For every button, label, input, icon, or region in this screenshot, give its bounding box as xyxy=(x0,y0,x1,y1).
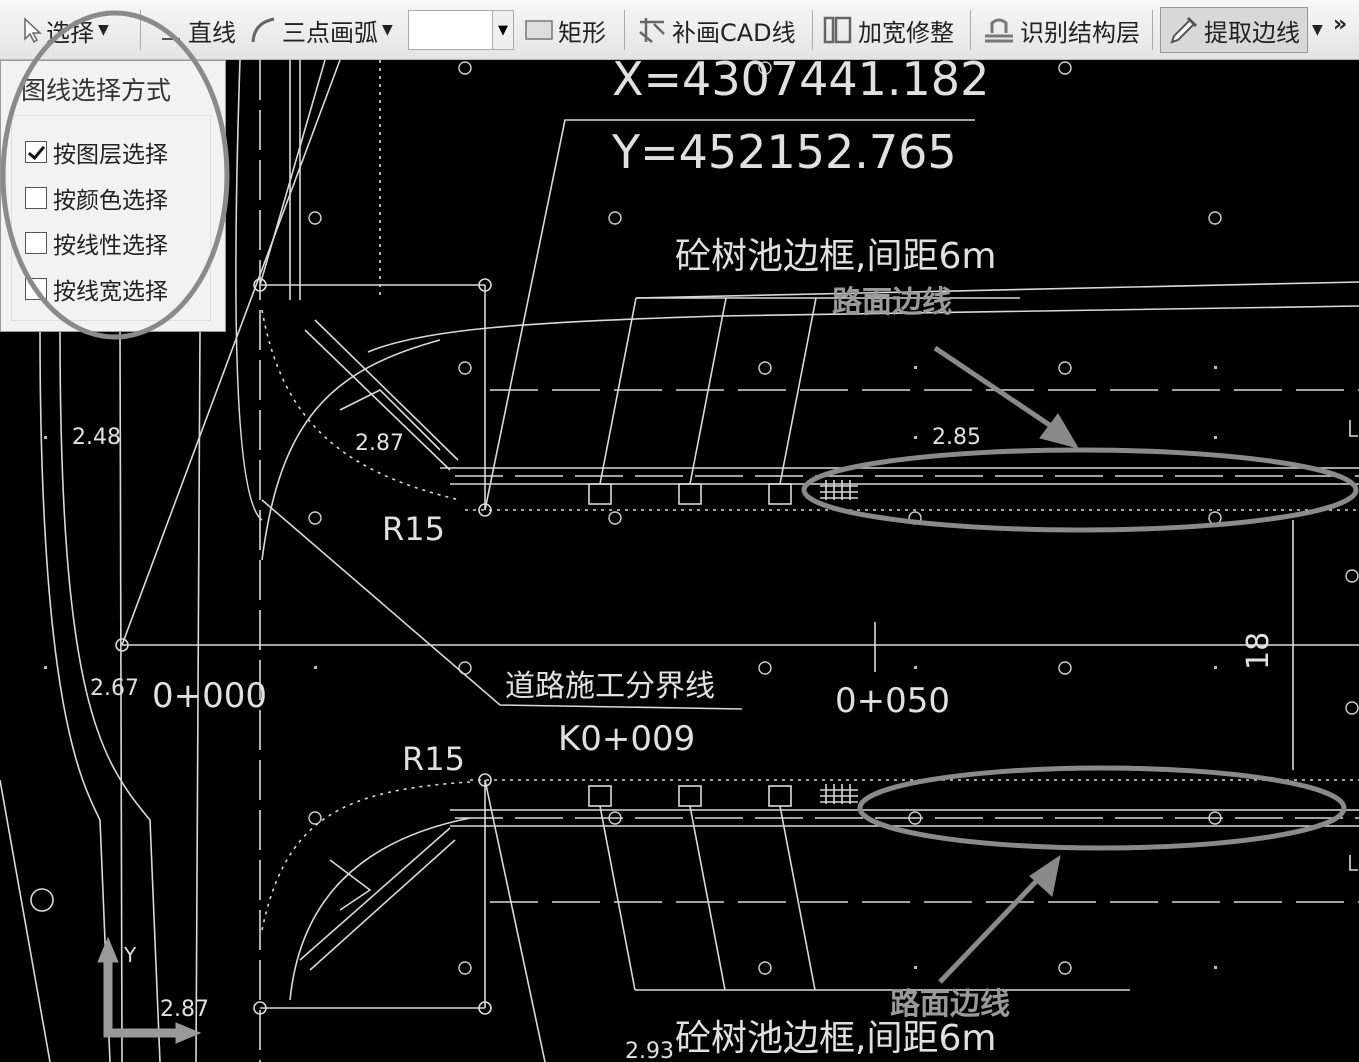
option-by-color[interactable]: 按颜色选择 xyxy=(25,181,168,215)
three-point-arc-button[interactable]: 三点画弧 ▼ xyxy=(248,8,393,52)
pipette-icon xyxy=(1168,14,1200,46)
radius-label: R15 xyxy=(382,510,445,548)
left-road-line-h xyxy=(0,779,51,1062)
elevation-label: 2.48 xyxy=(72,425,121,450)
station-label: 0+050 xyxy=(835,681,950,721)
cad-line-icon xyxy=(636,14,668,46)
toolbar-divider xyxy=(140,10,141,50)
hatch-mark-lower xyxy=(820,784,858,804)
toolbar: 选择 ▼ 直线 三点画弧 ▼ ▼ 矩形 补画CAD线 加宽修整 识别结构层 提取… xyxy=(0,0,1359,60)
cursor-arrow-icon xyxy=(22,17,42,43)
lower-curb-arc xyxy=(289,817,471,1001)
line-style-combo[interactable]: ▼ xyxy=(408,10,514,50)
widen-icon xyxy=(822,14,854,46)
tree-pit-box xyxy=(588,483,612,505)
option-label: 按颜色选择 xyxy=(53,188,168,214)
combo-chevron-down-icon[interactable]: ▼ xyxy=(492,11,513,49)
diagonal-line-b xyxy=(259,60,326,286)
checkbox-unchecked[interactable] xyxy=(25,232,47,254)
station-label: K0+009 xyxy=(558,719,695,759)
bottom-tree-leaders xyxy=(599,805,816,991)
top-tree-leaders xyxy=(599,297,817,485)
lower-arrow-head xyxy=(1029,854,1061,897)
tree-pit-box xyxy=(678,785,702,807)
upper-road-edge-highlight-ellipse xyxy=(801,447,1359,533)
tree-pit-box xyxy=(768,483,792,505)
station-label: 0+000 xyxy=(152,676,267,716)
tree-pit-box xyxy=(678,483,702,505)
extract-edge-content[interactable]: 提取边线 xyxy=(1168,8,1300,52)
layer-label: 识别结构层 xyxy=(1020,18,1140,47)
toolbar-divider xyxy=(1152,10,1153,50)
lower-arrow-shaft xyxy=(938,870,1047,984)
elevation-label: 2.87 xyxy=(160,997,209,1022)
rectangle-button[interactable]: 矩形 xyxy=(524,8,606,52)
road-edge-label-top: 路面边线 xyxy=(832,285,952,320)
upper-arrow-head xyxy=(1039,413,1080,449)
coord-y-text: Y=452152.765 xyxy=(611,125,957,179)
chevron-down-icon[interactable]: ▼ xyxy=(1312,22,1323,38)
toolbar-divider xyxy=(624,10,625,50)
rectangle-icon xyxy=(524,18,554,42)
option-by-layer[interactable]: 按图层选择 xyxy=(25,135,168,169)
upper-tree-leader-base xyxy=(635,281,1359,299)
extract-label: 提取边线 xyxy=(1204,18,1300,47)
tree-pit-label-bottom: 砼树池边框,间距6m xyxy=(675,1018,996,1059)
toolbar-divider xyxy=(970,10,971,50)
toolbar-overflow-button[interactable]: » xyxy=(1333,2,1347,46)
option-label: 按图层选择 xyxy=(53,142,168,168)
lower-bend-line xyxy=(329,859,372,911)
overflow-chevron-icon: » xyxy=(1333,11,1348,37)
cad-text-layer: X=4307441.182 Y=452152.765 砼树池边框,间距6m 路面… xyxy=(72,60,1276,1062)
select-button[interactable]: 选择 ▼ xyxy=(22,8,109,52)
line-selection-panel: 图线选择方式 按图层选择 按颜色选择 按线性选择 按线宽选择 xyxy=(0,60,226,332)
checkbox-checked[interactable] xyxy=(25,141,47,163)
toolbar-divider xyxy=(812,10,813,50)
panel-title: 图线选择方式 xyxy=(21,76,172,105)
chevron-down-icon[interactable]: ▼ xyxy=(98,22,109,38)
extract-dropdown[interactable]: ▼ xyxy=(1308,8,1323,52)
tree-pit-box xyxy=(768,785,792,807)
upper-dotted-arc xyxy=(261,309,461,501)
line-label: 直线 xyxy=(188,18,236,47)
lower-diagonal xyxy=(484,779,546,1062)
elevation-label: 2.85 xyxy=(932,425,981,450)
elevation-label: 2.93 xyxy=(625,1039,674,1062)
arc-label: 三点画弧 xyxy=(282,18,378,47)
boundary-line-label: 道路施工分界线 xyxy=(505,669,715,704)
radius-label: R15 xyxy=(402,740,465,778)
checkbox-unchecked[interactable] xyxy=(25,187,47,209)
widen-label: 加宽修整 xyxy=(858,18,954,47)
tree-pit-box xyxy=(588,785,612,807)
arc-icon xyxy=(248,15,278,45)
chevron-down-icon[interactable]: ▼ xyxy=(382,22,393,38)
option-label: 按线宽选择 xyxy=(53,279,168,305)
widen-trim-button[interactable]: 加宽修整 xyxy=(822,8,954,52)
identify-layer-button[interactable]: 识别结构层 xyxy=(982,8,1140,52)
width-dimension-label: 18 xyxy=(1241,632,1276,670)
elevation-label: 2.87 xyxy=(355,431,404,456)
option-by-lineweight[interactable]: 按线宽选择 xyxy=(25,272,168,306)
axis-y-label: Y xyxy=(123,943,137,967)
road-edge-label-bottom: 路面边线 xyxy=(890,987,1010,1022)
rectangle-label: 矩形 xyxy=(558,18,606,47)
option-label: 按线性选择 xyxy=(53,233,168,259)
select-label: 选择 xyxy=(46,18,94,47)
checkbox-unchecked[interactable] xyxy=(25,278,47,300)
ucs-axis-icon xyxy=(97,936,202,1044)
lower-double-diagonal xyxy=(299,827,456,971)
layer-icon xyxy=(982,15,1016,45)
grid-points xyxy=(308,61,1359,975)
coord-x-text: X=4307441.182 xyxy=(612,60,989,106)
lower-dotted-arc xyxy=(261,781,471,931)
cad-line-label: 补画CAD线 xyxy=(672,18,796,47)
supplement-cad-line-button[interactable]: 补画CAD线 xyxy=(636,8,796,52)
line-button[interactable]: 直线 xyxy=(158,8,236,52)
option-by-linetype[interactable]: 按线性选择 xyxy=(25,226,168,260)
hatch-mark-upper xyxy=(820,480,858,500)
tree-pit-label-top: 砼树池边框,间距6m xyxy=(675,236,996,277)
line-icon xyxy=(158,17,184,43)
survey-circle xyxy=(30,888,54,912)
elevation-label: 2.67 xyxy=(90,676,139,701)
